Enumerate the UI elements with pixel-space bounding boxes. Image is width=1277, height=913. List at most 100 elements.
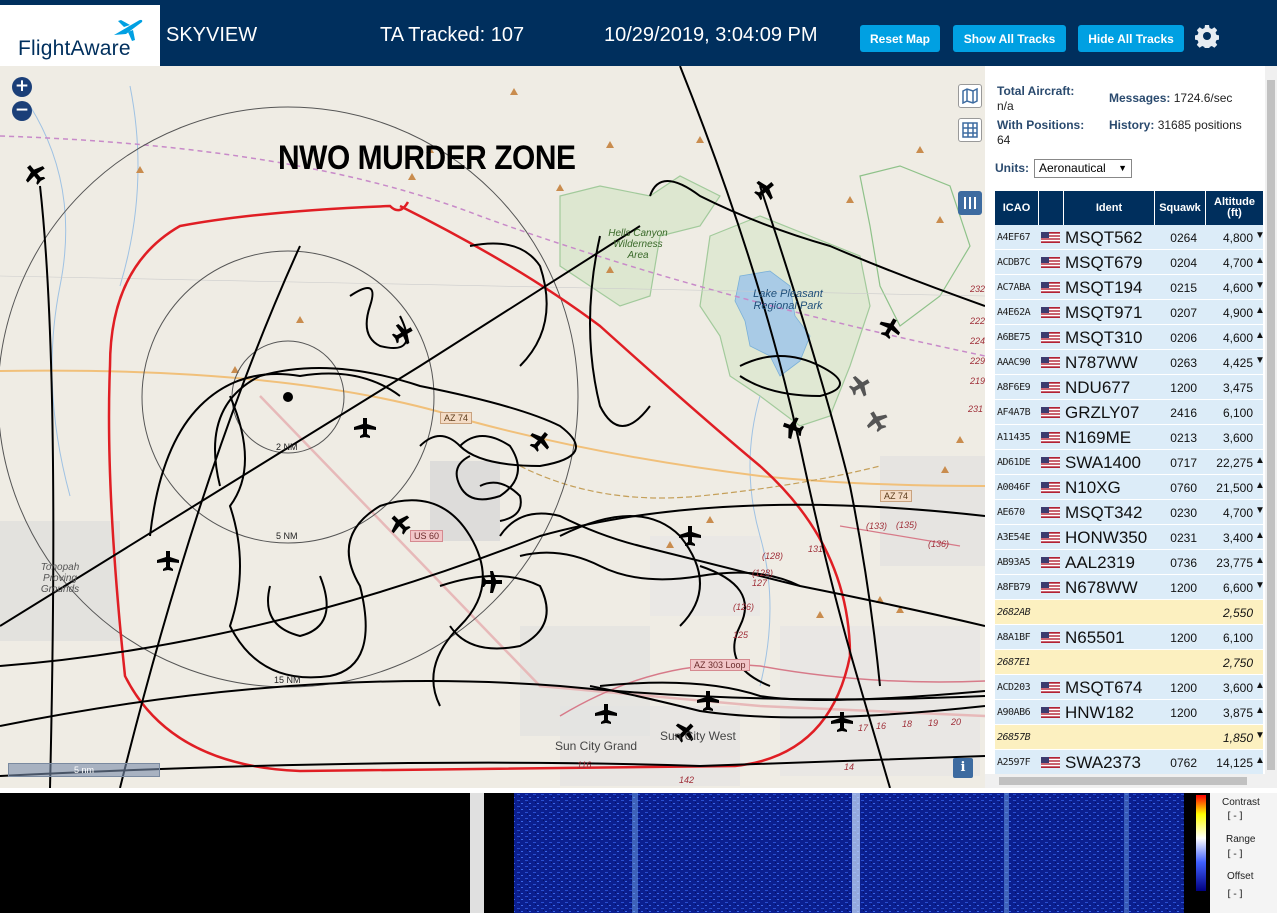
grid-toggle-button[interactable] bbox=[958, 118, 982, 142]
row-ident: MSQT310 bbox=[1065, 328, 1143, 347]
row-squawk: 1200 bbox=[1170, 631, 1197, 645]
row-altitude: 23,775 bbox=[1216, 556, 1253, 570]
columns-icon bbox=[964, 197, 976, 209]
row-ident: GRZLY07 bbox=[1065, 403, 1140, 422]
total-aircraft-label: Total Aircraft: bbox=[997, 84, 1075, 98]
table-row[interactable]: ACDB7C MSQT679 0204 4,700 ▲ bbox=[995, 250, 1265, 275]
info-button[interactable]: i bbox=[953, 758, 973, 778]
offset-slider[interactable]: [-] bbox=[1226, 889, 1244, 900]
row-trend-icon: ▲ bbox=[1255, 755, 1265, 766]
col-altitude[interactable]: Altitude (ft) bbox=[1206, 191, 1263, 225]
map-view[interactable]: + − NWO MURDER ZONE Hells Canyon Wildern… bbox=[0, 66, 985, 788]
table-row[interactable]: A8A1BF N65501 1200 6,100 bbox=[995, 625, 1263, 650]
row-altitude: 2,750 bbox=[1222, 656, 1253, 670]
row-squawk: 0204 bbox=[1170, 256, 1197, 270]
row-trend-icon: ▼ bbox=[1255, 730, 1265, 741]
table-row[interactable]: A0046F N10XG 0760 21,500 ▲ bbox=[995, 475, 1265, 500]
road-number: 229 bbox=[970, 356, 985, 366]
range-ring-label: 2 NM bbox=[276, 442, 298, 452]
table-row[interactable]: A8FB79 N678WW 1200 6,600 ▼ bbox=[995, 575, 1265, 600]
row-altitude: 3,600 bbox=[1222, 431, 1253, 445]
zoom-out-button[interactable]: − bbox=[12, 101, 32, 121]
road-number: 231 bbox=[968, 404, 984, 414]
road-number: 116 bbox=[577, 760, 592, 770]
grid-icon bbox=[962, 122, 978, 138]
table-row[interactable]: ACD203 MSQT674 1200 3,600 ▲ bbox=[995, 675, 1265, 700]
waterfall-display bbox=[484, 793, 1210, 913]
gear-icon[interactable] bbox=[1195, 24, 1219, 48]
show-all-tracks-button[interactable]: Show All Tracks bbox=[953, 25, 1066, 52]
row-altitude: 21,500 bbox=[1216, 481, 1253, 495]
table-row[interactable]: AC7ABA MSQT194 0215 4,600 ▼ bbox=[995, 275, 1265, 300]
scrollbar-thumb[interactable] bbox=[1267, 80, 1275, 770]
row-icao: AF4A7B bbox=[997, 407, 1031, 418]
row-squawk: 1200 bbox=[1170, 381, 1197, 395]
road-sign-az303: AZ 303 Loop bbox=[690, 659, 750, 671]
row-icao: A2597F bbox=[997, 757, 1031, 768]
table-row[interactable]: AD61DE SWA1400 0717 22,275 ▲ bbox=[995, 450, 1265, 475]
table-row[interactable]: A8F6E9 NDU677 1200 3,475 bbox=[995, 375, 1263, 400]
table-row[interactable]: AAAC90 N787WW 0263 4,425 ▼ bbox=[995, 350, 1265, 375]
table-row[interactable]: A4EF67 MSQT562 0264 4,800 ▼ bbox=[995, 225, 1265, 250]
logo-text: FlightAware bbox=[18, 37, 131, 60]
colorbar bbox=[1196, 795, 1206, 891]
zoom-in-button[interactable]: + bbox=[12, 77, 32, 97]
skyview-app: FlightAware SKYVIEW TA Tracked: 107 10/2… bbox=[0, 0, 1277, 913]
row-squawk: 0760 bbox=[1170, 481, 1197, 495]
row-ident: N10XG bbox=[1065, 478, 1121, 497]
aircraft-sidebar: Total Aircraft: n/a With Positions: 64 M… bbox=[985, 66, 1277, 788]
road-number: (128) bbox=[762, 551, 784, 561]
flightaware-logo[interactable]: FlightAware bbox=[0, 5, 160, 66]
us-flag-icon bbox=[1041, 507, 1060, 518]
col-flag[interactable] bbox=[1039, 191, 1064, 225]
range-slider[interactable]: [-] bbox=[1226, 849, 1244, 860]
table-row[interactable]: 26857B 1,850 ▼ bbox=[995, 725, 1265, 750]
row-icao: A11435 bbox=[997, 432, 1031, 443]
units-select[interactable]: Aeronautical ▼ bbox=[1034, 159, 1132, 178]
row-ident: SWA1400 bbox=[1065, 453, 1141, 472]
us-flag-icon bbox=[1041, 457, 1060, 468]
road-number: 232 bbox=[970, 284, 985, 294]
table-row[interactable]: AE670 MSQT342 0230 4,700 ▼ bbox=[995, 500, 1265, 525]
table-row[interactable]: AB93A5 AAL2319 0736 23,775 ▲ bbox=[995, 550, 1265, 575]
units-label: Units: bbox=[995, 161, 1029, 175]
col-icao[interactable]: ICAO bbox=[995, 191, 1039, 225]
table-row[interactable]: A2597F SWA2373 0762 14,125 ▲ bbox=[995, 750, 1265, 775]
row-icao: AAAC90 bbox=[997, 357, 1031, 368]
us-flag-icon bbox=[1041, 257, 1060, 268]
row-icao: A8FB79 bbox=[997, 582, 1031, 593]
messages-value: 1724.6/sec bbox=[1173, 91, 1233, 105]
label-hells-canyon: Hells Canyon Wilderness Area bbox=[608, 228, 668, 261]
table-row[interactable]: AF4A7B GRZLY07 2416 6,100 bbox=[995, 400, 1263, 425]
col-ident[interactable]: Ident bbox=[1064, 191, 1155, 225]
reset-map-button[interactable]: Reset Map bbox=[860, 25, 940, 52]
row-squawk: 0230 bbox=[1170, 506, 1197, 520]
row-icao: A3E54E bbox=[997, 532, 1031, 543]
table-row[interactable]: 2687E1 2,750 bbox=[995, 650, 1263, 675]
sidebar-hscrollbar[interactable] bbox=[985, 774, 1265, 788]
messages-stat: Messages: 1724.6/sec bbox=[1109, 91, 1232, 106]
messages-label: Messages: bbox=[1109, 91, 1171, 105]
table-row[interactable]: A90AB6 HNW182 1200 3,875 ▲ bbox=[995, 700, 1265, 725]
table-row[interactable]: A3E54E HONW350 0231 3,400 ▲ bbox=[995, 525, 1265, 550]
table-row[interactable]: A4E62A MSQT971 0207 4,900 ▲ bbox=[995, 300, 1265, 325]
contrast-slider[interactable]: [-] bbox=[1226, 811, 1244, 822]
row-ident: MSQT971 bbox=[1065, 303, 1143, 322]
row-squawk: 2416 bbox=[1170, 406, 1197, 420]
table-row[interactable]: 2682AB 2,550 bbox=[995, 600, 1263, 625]
row-squawk: 0207 bbox=[1170, 306, 1197, 320]
hide-all-tracks-button[interactable]: Hide All Tracks bbox=[1078, 25, 1184, 52]
us-flag-icon bbox=[1041, 432, 1060, 443]
map-layers-button[interactable] bbox=[958, 84, 982, 108]
us-flag-icon bbox=[1041, 407, 1060, 418]
sidebar-scrollbar[interactable] bbox=[1265, 66, 1277, 788]
columns-toggle-button[interactable] bbox=[958, 191, 982, 215]
col-squawk[interactable]: Squawk bbox=[1155, 191, 1206, 225]
table-row[interactable]: A6BE75 MSQT310 0206 4,600 ▲ bbox=[995, 325, 1265, 350]
row-icao: ACD203 bbox=[997, 682, 1031, 693]
table-header: ICAO Ident Squawk Altitude (ft) bbox=[995, 191, 1263, 225]
table-row[interactable]: A11435 N169ME 0213 3,600 bbox=[995, 425, 1263, 450]
hscrollbar-thumb[interactable] bbox=[999, 777, 1247, 785]
row-altitude: 4,900 bbox=[1222, 306, 1253, 320]
row-ident: MSQT194 bbox=[1065, 278, 1143, 297]
